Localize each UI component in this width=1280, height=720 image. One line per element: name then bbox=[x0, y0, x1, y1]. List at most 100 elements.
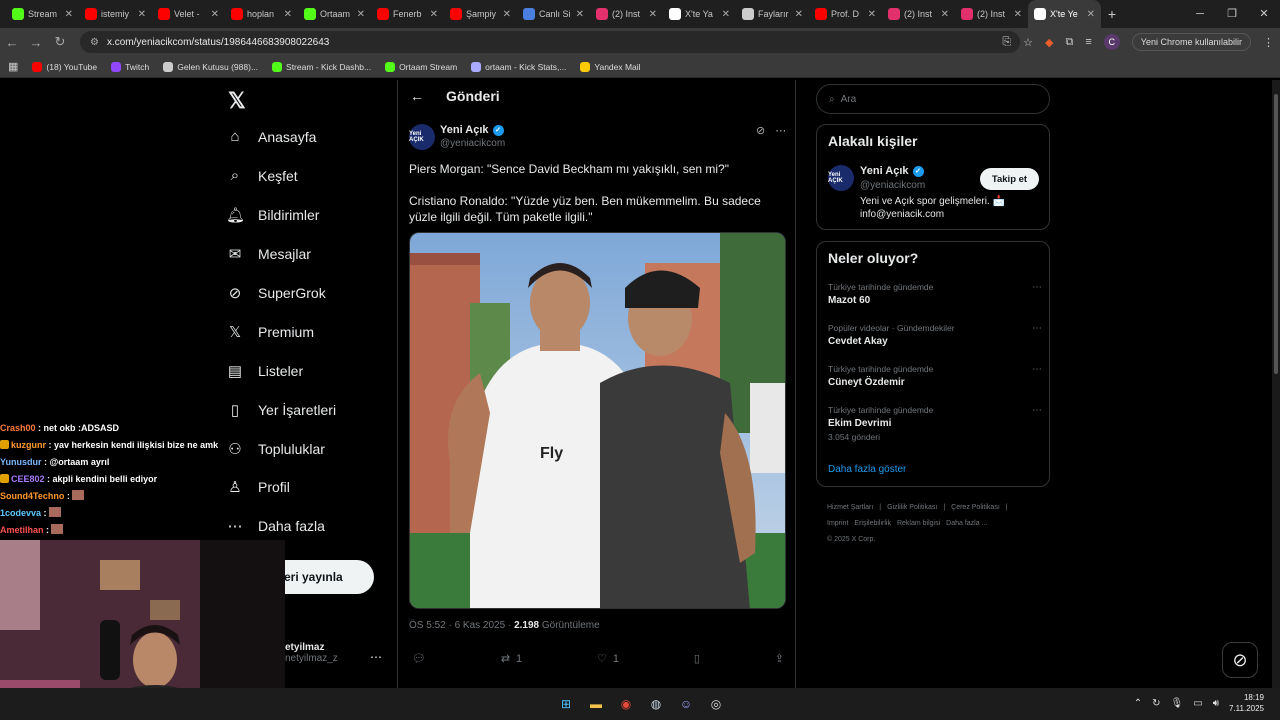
windows-start-icon[interactable]: ⊞ bbox=[556, 694, 576, 714]
related-avatar[interactable]: Yeni AÇIK bbox=[828, 165, 854, 191]
tab-close-icon[interactable]: ✕ bbox=[722, 9, 730, 20]
tab-close-icon[interactable]: ✕ bbox=[649, 9, 657, 20]
browser-tab[interactable]: (2) Inst ✕ bbox=[882, 0, 955, 28]
tab-close-icon[interactable]: ✕ bbox=[211, 9, 219, 20]
file-explorer-icon[interactable]: ▬ bbox=[586, 694, 606, 714]
footer-link[interactable]: Hizmet Şartları bbox=[827, 504, 873, 511]
author-avatar[interactable]: Yeni AÇIK bbox=[409, 124, 435, 150]
tab-close-icon[interactable]: ✕ bbox=[1087, 9, 1095, 20]
footer-link[interactable]: Reklam bilgisi bbox=[897, 520, 940, 527]
nav-item[interactable]: 🔔︎ Bildirimler bbox=[226, 206, 319, 224]
media-icon[interactable]: ≡ bbox=[1085, 36, 1091, 48]
nav-item[interactable]: ▯ Yer İşaretleri bbox=[226, 401, 336, 419]
display-icon[interactable]: ▭ bbox=[1193, 698, 1202, 709]
footer-link[interactable]: Imprint bbox=[827, 520, 848, 527]
bookmark-item[interactable]: Gelen Kutusu (988)... bbox=[163, 61, 258, 72]
nav-item[interactable]: ♙ Profil bbox=[226, 478, 290, 496]
trend-item[interactable]: Türkiye tarihinde gündemde Mazot 60 ⋯ bbox=[828, 282, 1042, 306]
bookmark-item[interactable]: (18) YouTube bbox=[32, 61, 97, 72]
bookmark-item[interactable]: Ortaam Stream bbox=[385, 61, 457, 72]
trend-more-icon[interactable]: ⋯ bbox=[1032, 323, 1042, 334]
bookmark-item[interactable]: Yandex Mail bbox=[580, 61, 641, 72]
retweet-button[interactable]: ⇄ 1 bbox=[501, 652, 522, 666]
account-switcher[interactable]: etyilmaz netyilmaz_z bbox=[285, 642, 338, 664]
bookmark-item[interactable]: Twitch bbox=[111, 61, 149, 72]
address-bar[interactable]: ⚙ x.com/yeniacikcom/status/1986446683908… bbox=[80, 31, 1020, 53]
footer-link[interactable]: Erişilebilirlik bbox=[854, 520, 891, 527]
trend-item[interactable]: Popüler videolar · Gündemdekiler Cevdet A… bbox=[828, 323, 1042, 347]
x-logo-icon[interactable]: 𝕏 bbox=[228, 88, 246, 114]
browser-tab[interactable]: Faylarır ✕ bbox=[736, 0, 809, 28]
volume-icon[interactable]: 🔊︎ bbox=[1213, 698, 1219, 709]
trend-item[interactable]: Türkiye tarihinde gündemde Cüneyt Özdemir… bbox=[828, 364, 1042, 388]
post-photo[interactable]: Fly bbox=[409, 232, 786, 609]
tab-close-icon[interactable]: ✕ bbox=[284, 9, 292, 20]
browser-tab[interactable]: Canlı Si ✕ bbox=[517, 0, 590, 28]
tab-close-icon[interactable]: ✕ bbox=[1014, 9, 1022, 20]
post-time[interactable]: ÖS 5:52 · 6 Kas 2025 · bbox=[409, 620, 511, 631]
back-arrow-icon[interactable]: ← bbox=[410, 88, 424, 104]
share-button[interactable]: ⇪ bbox=[775, 652, 784, 665]
browser-tab[interactable]: Fenerb ✕ bbox=[371, 0, 444, 28]
apps-icon[interactable]: ▦ bbox=[8, 60, 18, 73]
author-name-row[interactable]: Yeni Açık ✓ bbox=[440, 124, 504, 136]
tab-close-icon[interactable]: ✕ bbox=[795, 9, 803, 20]
nav-item[interactable]: ⋯ Daha fazla bbox=[226, 517, 325, 535]
follow-button[interactable]: Takip et bbox=[980, 168, 1039, 190]
browser-tab[interactable]: Stream ✕ bbox=[6, 0, 79, 28]
mic-icon[interactable]: 🎙︎ bbox=[1171, 698, 1184, 709]
trend-more-icon[interactable]: ⋯ bbox=[1032, 405, 1042, 416]
grok-fab-icon[interactable]: ⊘ bbox=[1222, 642, 1258, 678]
nav-item[interactable]: ⌕ Keşfet bbox=[226, 167, 298, 184]
tab-close-icon[interactable]: ✕ bbox=[576, 9, 584, 20]
browser-tab[interactable]: Velet - ✕ bbox=[152, 0, 225, 28]
profile-avatar[interactable]: C bbox=[1103, 34, 1120, 50]
search-input[interactable]: ⌕ Ara bbox=[816, 84, 1050, 114]
author-name[interactable]: Yeni Açık bbox=[440, 124, 489, 136]
bookmark-button[interactable]: ▯ bbox=[694, 652, 700, 665]
nav-item[interactable]: ⊘ SuperGrok bbox=[226, 284, 326, 302]
reload-icon[interactable]: ↻ bbox=[48, 34, 72, 50]
sync-icon[interactable]: ↻ bbox=[1152, 698, 1160, 709]
related-name[interactable]: Yeni Açık bbox=[860, 165, 909, 177]
close-window-icon[interactable]: ✕ bbox=[1248, 0, 1280, 28]
browser-tab[interactable]: (2) Inst ✕ bbox=[590, 0, 663, 28]
browser-tab[interactable]: Prof. D ✕ bbox=[809, 0, 882, 28]
tab-close-icon[interactable]: ✕ bbox=[357, 9, 365, 20]
page-scrollbar[interactable] bbox=[1272, 80, 1280, 688]
grok-analyze-icon[interactable]: ⊘ bbox=[756, 124, 765, 137]
clock[interactable]: 18:19 7.11.2025 bbox=[1229, 692, 1264, 714]
scrollbar-thumb[interactable] bbox=[1274, 94, 1278, 374]
tray-chevron-icon[interactable]: ⌃ bbox=[1134, 698, 1142, 709]
trend-item[interactable]: Türkiye tarihinde gündemde Ekim Devrimi 3.… bbox=[828, 405, 1042, 442]
new-tab-button[interactable]: + bbox=[1101, 6, 1123, 22]
steam-icon[interactable]: ◍ bbox=[646, 694, 666, 714]
extension-fox-icon[interactable]: ◆ bbox=[1045, 36, 1053, 49]
footer-link[interactable]: © 2025 X Corp. bbox=[827, 536, 875, 543]
nav-item[interactable]: 𝕏 Premium bbox=[226, 323, 314, 341]
browser-tab[interactable]: Ortaam ✕ bbox=[298, 0, 371, 28]
tab-close-icon[interactable]: ✕ bbox=[138, 9, 146, 20]
site-info-icon[interactable]: ⚙ bbox=[90, 37, 99, 48]
related-handle[interactable]: @yeniacikcom bbox=[860, 180, 925, 191]
minimize-icon[interactable]: ─ bbox=[1184, 0, 1216, 28]
browser-tab[interactable]: (2) Inst ✕ bbox=[955, 0, 1028, 28]
trend-more-icon[interactable]: ⋯ bbox=[1032, 282, 1042, 293]
nav-item[interactable]: ✉ Mesajlar bbox=[226, 245, 311, 263]
tab-close-icon[interactable]: ✕ bbox=[430, 9, 438, 20]
chrome-icon[interactable]: ◉ bbox=[616, 694, 636, 714]
browser-tab[interactable]: X'te Ya ✕ bbox=[663, 0, 736, 28]
tab-close-icon[interactable]: ✕ bbox=[503, 9, 511, 20]
show-more-link[interactable]: Daha fazla göster bbox=[828, 464, 906, 475]
bookmark-item[interactable]: ortaam - Kick Stats,... bbox=[471, 61, 566, 72]
tab-close-icon[interactable]: ✕ bbox=[868, 9, 876, 20]
nav-item[interactable]: ⚇ Topluluklar bbox=[226, 440, 325, 458]
trend-more-icon[interactable]: ⋯ bbox=[1032, 364, 1042, 375]
extensions-icon[interactable]: ⧉ bbox=[1065, 36, 1073, 49]
related-name-row[interactable]: Yeni Açık ✓ bbox=[860, 165, 924, 177]
footer-link[interactable]: Gizlilik Politikası bbox=[887, 504, 937, 511]
maximize-icon[interactable]: ❐ bbox=[1216, 0, 1248, 28]
footer-link[interactable]: Çerez Politikası bbox=[951, 504, 1000, 511]
author-handle[interactable]: @yeniacikcom bbox=[440, 138, 505, 149]
more-options-icon[interactable]: ⋯ bbox=[775, 124, 786, 137]
